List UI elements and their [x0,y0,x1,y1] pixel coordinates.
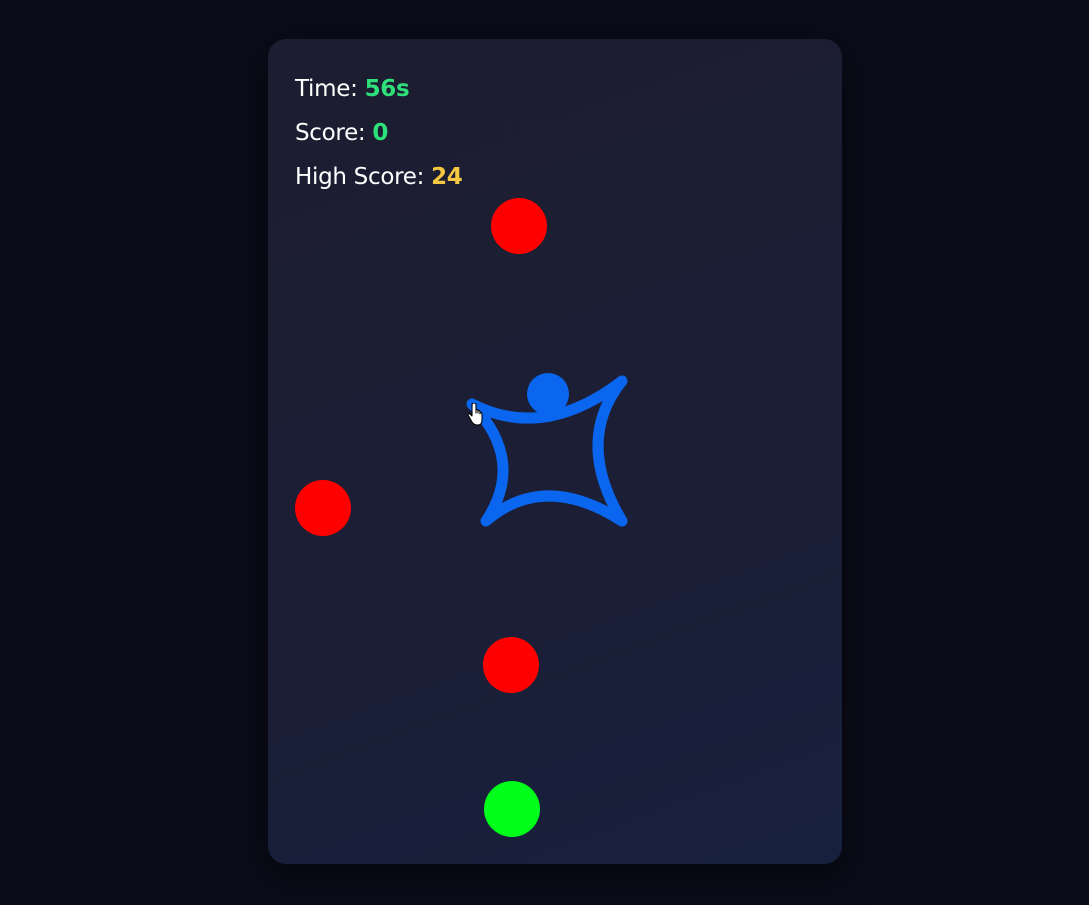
enemy-ball [491,198,547,254]
score-label: Score: [295,120,366,146]
time-value: 56s [364,76,410,102]
enemy-ball [295,480,351,536]
time-display: Time: 56s [295,67,462,111]
time-label: Time: [295,76,358,102]
goal-ball [484,781,540,837]
score-display: Score: 0 [295,111,462,155]
high-score-display: High Score: 24 [295,155,463,199]
game-board[interactable]: Time: 56s Score: 0 High Score: 24 [268,39,842,864]
hand-pointer-icon [467,403,483,426]
high-score-value: 24 [431,164,463,190]
hud: Time: 56s Score: 0 High Score: 24 [295,67,463,199]
enemy-ball [483,637,539,693]
player-figure[interactable] [464,371,634,531]
high-score-label: High Score: [295,164,425,190]
score-value: 0 [372,120,389,146]
